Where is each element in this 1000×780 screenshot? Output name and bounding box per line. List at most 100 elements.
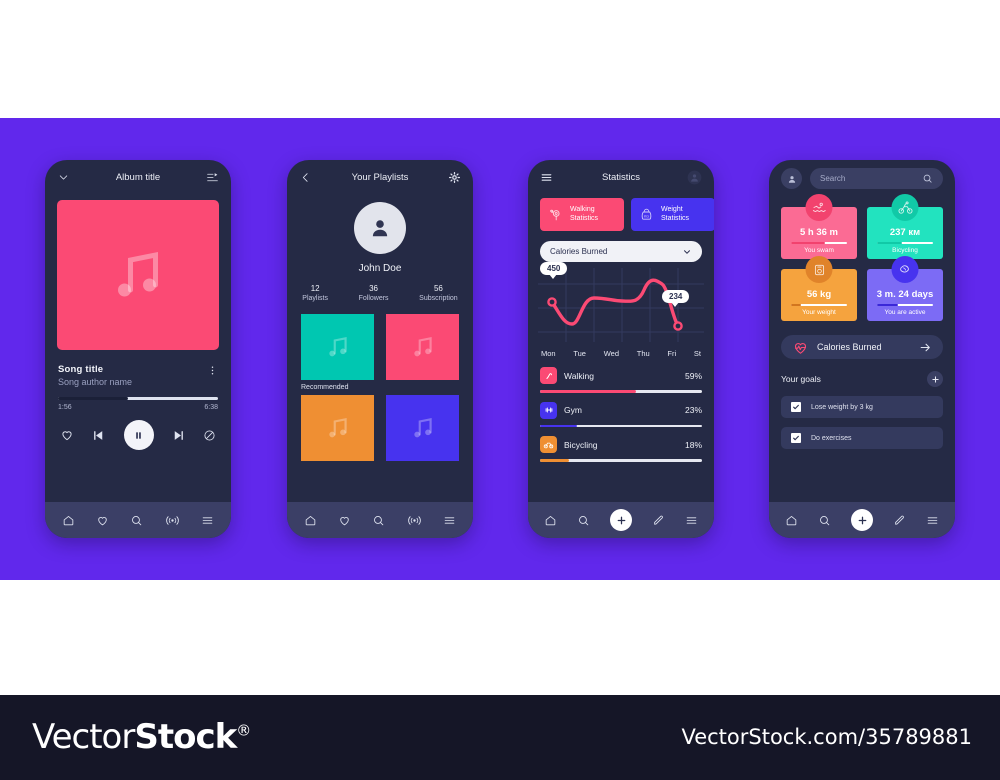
- checkbox-checked[interactable]: [791, 402, 801, 412]
- menu-icon[interactable]: [201, 514, 214, 527]
- search-input[interactable]: Search: [810, 168, 943, 189]
- goal-item[interactable]: Lose weight by 3 kg: [781, 396, 943, 418]
- activity-percent: 23%: [684, 405, 702, 415]
- metric-select[interactable]: Calories Burned: [540, 241, 702, 262]
- stat-value: 36: [369, 284, 379, 293]
- chip-walking-statistics[interactable]: Walking Statistics: [540, 198, 624, 231]
- playlist-tile[interactable]: [301, 395, 374, 461]
- activity-row-bicycling[interactable]: Bicycling 18%: [540, 436, 702, 462]
- metric-card-active[interactable]: 3 m. 24 days You are active: [867, 256, 943, 321]
- music-note-icon: [413, 418, 432, 438]
- album-artwork[interactable]: [57, 200, 219, 350]
- chevron-left-icon[interactable]: [299, 171, 312, 184]
- metric-card-weight[interactable]: 56 kg Your weight: [781, 256, 857, 321]
- calories-burned-row[interactable]: Calories Burned: [781, 335, 943, 359]
- song-author: Song author name: [58, 377, 133, 387]
- previous-icon[interactable]: [91, 428, 106, 443]
- chip-label: Weight Statistics: [661, 205, 690, 222]
- stat-label: Followers: [358, 295, 389, 302]
- current-time: 1:56: [58, 404, 72, 411]
- avatar[interactable]: [354, 202, 406, 254]
- bottom-nav: [287, 502, 473, 538]
- player-controls: [60, 420, 216, 450]
- chart-line: [550, 278, 680, 328]
- calories-line-chart: 450 234: [538, 262, 704, 348]
- home-icon[interactable]: [544, 514, 557, 527]
- metric-card-bicycling[interactable]: 237 км Bicycling: [867, 194, 943, 259]
- search-icon[interactable]: [130, 514, 143, 527]
- heart-icon[interactable]: [338, 514, 351, 527]
- chart-point-last: [673, 321, 683, 331]
- radio-icon[interactable]: [407, 514, 422, 527]
- page-title: Album title: [115, 171, 161, 183]
- checkbox-checked[interactable]: [791, 433, 801, 443]
- block-icon[interactable]: [203, 429, 216, 442]
- metric-value: 237 км: [889, 226, 921, 238]
- arrow-right-icon[interactable]: [919, 341, 932, 354]
- home-icon[interactable]: [62, 514, 75, 527]
- logo-part2: Stock: [134, 717, 237, 757]
- activity-percent: 59%: [684, 370, 702, 381]
- playlists-header: Your Playlists: [287, 160, 473, 194]
- activity-row-walking[interactable]: Walking 59%: [540, 367, 702, 393]
- watermark-footer: VectorStock® VectorStock.com/35789881: [0, 695, 1000, 780]
- person-icon[interactable]: [687, 170, 702, 185]
- heart-icon[interactable]: [60, 428, 74, 442]
- search-icon[interactable]: [577, 514, 590, 527]
- playlist-tile[interactable]: [386, 395, 459, 461]
- gear-icon[interactable]: [448, 171, 461, 184]
- x-tick: Wed: [603, 349, 620, 358]
- search-icon[interactable]: [372, 514, 385, 527]
- screenshot-canvas: Album title Song title Song author name: [0, 0, 1000, 780]
- menu-icon[interactable]: [685, 514, 698, 527]
- heart-pulse-icon: [792, 339, 809, 356]
- playlist-tile[interactable]: [301, 314, 374, 380]
- plus-icon[interactable]: [927, 371, 943, 387]
- playlist-grid-top: [287, 302, 473, 380]
- menu-icon[interactable]: [443, 514, 456, 527]
- activity-row-gym[interactable]: Gym 23%: [540, 401, 702, 427]
- plus-icon[interactable]: [851, 509, 873, 531]
- x-tick: Tue: [573, 349, 586, 358]
- metric-label: You swam: [804, 247, 834, 254]
- chevron-down-icon: [682, 247, 692, 257]
- home-icon[interactable]: [304, 514, 317, 527]
- select-value: Calories Burned: [550, 247, 608, 256]
- playlist-icon[interactable]: [206, 171, 219, 184]
- goal-item[interactable]: Do exercises: [781, 427, 943, 449]
- pause-button[interactable]: [123, 420, 154, 450]
- chart-point-first: [547, 297, 557, 307]
- heart-icon[interactable]: [96, 514, 109, 527]
- bottom-nav: [769, 502, 955, 538]
- metric-value: 5 h 36 m: [799, 226, 839, 238]
- search-icon[interactable]: [922, 173, 933, 184]
- stat-playlists: 12 Playlists: [302, 284, 328, 302]
- avatar[interactable]: [781, 168, 802, 189]
- chart-gridlines: [538, 268, 704, 342]
- radio-icon[interactable]: [165, 514, 180, 527]
- chip-label: Walking Statistics: [570, 205, 599, 222]
- search-icon[interactable]: [818, 514, 831, 527]
- registered-mark: ®: [236, 721, 251, 740]
- home-icon[interactable]: [785, 514, 798, 527]
- next-icon[interactable]: [171, 428, 186, 443]
- stat-subscription: 56 Subscription: [419, 284, 458, 302]
- playlist-tile[interactable]: [386, 314, 459, 380]
- metric-card-swam[interactable]: 5 h 36 m You swam: [781, 194, 857, 259]
- chip-weight-statistics[interactable]: KG Weight Statistics: [631, 198, 714, 231]
- metric-progress: [876, 303, 934, 306]
- music-note-icon: [413, 337, 432, 357]
- pencil-icon[interactable]: [893, 514, 906, 527]
- chevron-down-icon[interactable]: [57, 171, 70, 184]
- calories-label: Calories Burned: [817, 342, 882, 352]
- scale-icon: [805, 256, 833, 283]
- goal-label: Lose weight by 3 kg: [811, 403, 873, 411]
- pencil-icon[interactable]: [652, 514, 665, 527]
- x-tick: Mon: [541, 349, 556, 358]
- statistics-header: Statistics: [528, 160, 714, 194]
- seek-bar[interactable]: [58, 397, 218, 400]
- menu-icon[interactable]: [926, 514, 939, 527]
- hamburger-icon[interactable]: [540, 171, 553, 184]
- plus-icon[interactable]: [610, 509, 632, 531]
- more-vertical-icon[interactable]: [207, 365, 218, 376]
